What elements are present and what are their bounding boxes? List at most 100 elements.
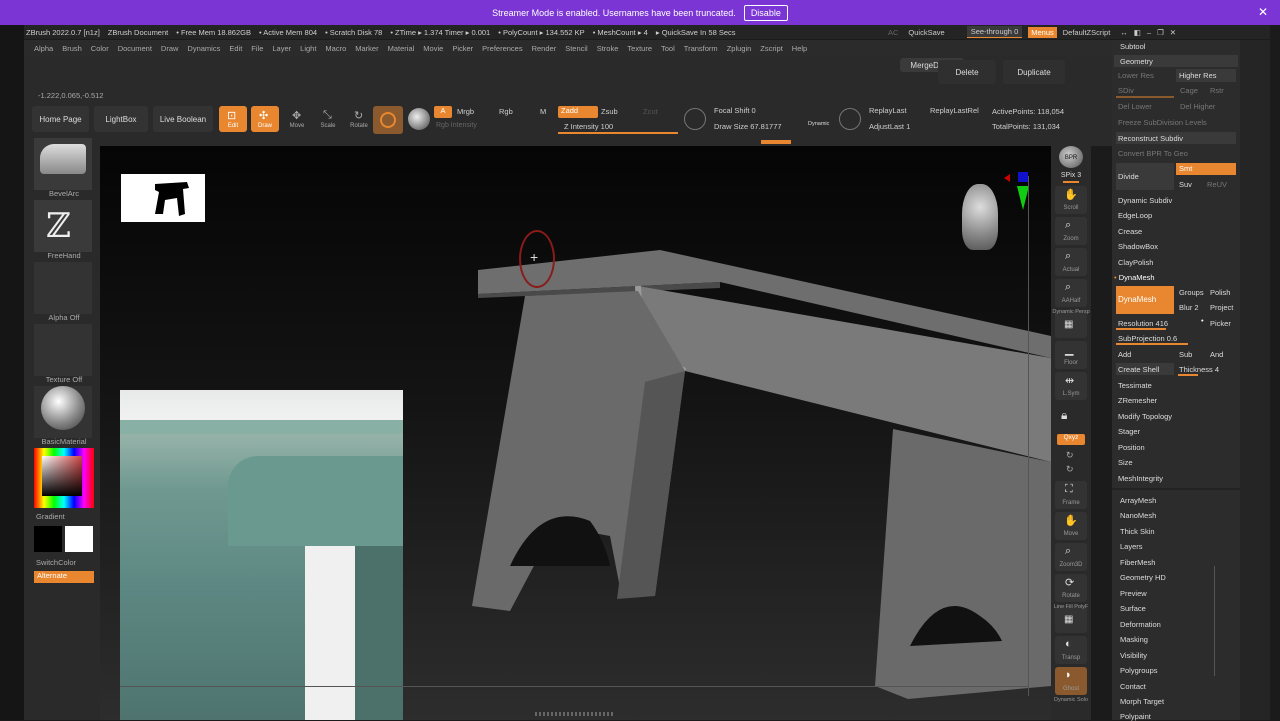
menu-color[interactable]: Color [91, 44, 109, 53]
meshintegrity-button[interactable]: MeshIntegrity [1118, 474, 1163, 483]
masking-section[interactable]: Masking [1120, 635, 1148, 644]
thickness-slider[interactable]: Thickness 4 [1179, 365, 1219, 374]
color-picker[interactable] [34, 448, 94, 508]
geometry-header[interactable]: Geometry [1114, 55, 1238, 67]
disable-button[interactable]: Disable [743, 4, 788, 21]
move-view-button[interactable]: ✋ Move [1055, 512, 1087, 540]
zadd-button[interactable]: Zadd [558, 106, 598, 118]
menu-marker[interactable]: Marker [355, 44, 378, 53]
rotate-button[interactable]: ↻ Rotate [345, 106, 373, 132]
persp-button[interactable]: ▦ Dynamic Persp [1052, 309, 1090, 338]
orientation-head-icon[interactable] [962, 184, 998, 250]
dynamic-button[interactable]: Dynamic [808, 121, 829, 127]
quicksave-button[interactable]: QuickSave [908, 28, 944, 37]
lower-res-button[interactable]: Lower Res [1118, 71, 1154, 80]
aahalf-button[interactable]: ⌕ AAHalf [1055, 279, 1087, 307]
zcut-button[interactable]: Zcut [643, 107, 658, 116]
reconstruct-subdiv-button[interactable]: Reconstruct Subdiv [1116, 132, 1236, 144]
draw-button[interactable]: ✣ Draw [251, 106, 279, 132]
del-lower-button[interactable]: Del Lower [1118, 102, 1152, 111]
menu-zplugin[interactable]: Zplugin [727, 44, 752, 53]
material-thumbnail[interactable] [34, 386, 92, 438]
arrows-icon[interactable]: ↔ [1120, 28, 1128, 37]
xyz-button[interactable]: Qxyz [1057, 434, 1085, 445]
size-button[interactable]: Size [1118, 458, 1133, 467]
menu-macro[interactable]: Macro [325, 44, 346, 53]
menu-tool[interactable]: Tool [661, 44, 675, 53]
lightbox-button[interactable]: LightBox [94, 106, 148, 132]
menu-preferences[interactable]: Preferences [482, 44, 522, 53]
rgb-intensity-slider[interactable]: Rgb Intensity [436, 122, 477, 129]
create-shell-button[interactable]: Create Shell [1116, 363, 1174, 375]
polygroups-section[interactable]: Polygroups [1120, 666, 1158, 675]
menu-picker[interactable]: Picker [452, 44, 473, 53]
tray-scrollbar[interactable] [1214, 566, 1215, 676]
zsub-button[interactable]: Zsub [601, 107, 618, 116]
spix-slider[interactable]: SPix 3 [1051, 172, 1091, 179]
shelf-scroll-handle[interactable] [761, 140, 791, 144]
brush-thumb-button[interactable] [373, 106, 403, 134]
ghost-button[interactable]: ◗ Ghost [1055, 667, 1087, 695]
nanomesh-section[interactable]: NanoMesh [1120, 511, 1156, 520]
actual-button[interactable]: ⌕ Actual [1055, 248, 1087, 276]
menu-movie[interactable]: Movie [423, 44, 443, 53]
smt-button[interactable]: Smt [1176, 163, 1236, 175]
edit-button[interactable]: ⊡ Edit [219, 106, 247, 132]
duplicate-button[interactable]: Duplicate [1003, 60, 1065, 84]
suv-button[interactable]: Suv [1179, 180, 1192, 189]
menu-stroke[interactable]: Stroke [597, 44, 619, 53]
crease-button[interactable]: Crease [1118, 227, 1142, 236]
cage-button[interactable]: Cage [1180, 86, 1198, 95]
menu-dynamics[interactable]: Dynamics [187, 44, 220, 53]
subtool-header[interactable]: Subtool [1120, 42, 1145, 51]
layers-section[interactable]: Layers [1120, 542, 1143, 551]
rotate-axis-icon-1[interactable]: ↻ [1066, 450, 1074, 461]
transp-button[interactable]: ◐ Transp [1055, 636, 1087, 664]
replay-last-rel-button[interactable]: ReplayLastRel [930, 106, 979, 115]
divide-button[interactable]: Divide [1116, 163, 1174, 190]
surface-section[interactable]: Surface [1120, 604, 1146, 613]
menu-texture[interactable]: Texture [627, 44, 652, 53]
claypolish-button[interactable]: ClayPolish [1118, 258, 1153, 267]
menu-edit[interactable]: Edit [229, 44, 242, 53]
arraymesh-section[interactable]: ArrayMesh [1120, 496, 1156, 505]
menu-zscript[interactable]: Zscript [760, 44, 783, 53]
tessimate-button[interactable]: Tessimate [1118, 381, 1152, 390]
viewport-canvas[interactable]: + [100, 146, 1051, 720]
m-button[interactable]: M [540, 107, 546, 116]
groups-button[interactable]: Groups [1179, 288, 1204, 297]
frame-button[interactable]: ⛶ Frame [1055, 481, 1087, 509]
minimize-icon[interactable]: – [1147, 28, 1151, 37]
menu-stencil[interactable]: Stencil [565, 44, 588, 53]
sub-button[interactable]: Sub [1179, 350, 1192, 359]
texture-thumbnail[interactable] [34, 324, 92, 376]
resolution-slider[interactable]: Resolution 416 [1118, 319, 1168, 328]
floor-button[interactable]: ▁ Floor [1055, 341, 1087, 369]
canvas-scroll-grip[interactable] [535, 712, 615, 716]
lsym-button[interactable]: ⇹ L.Sym [1055, 372, 1087, 400]
blur-slider[interactable]: Blur 2 [1179, 303, 1199, 312]
switch-color-button[interactable]: SwitchColor [36, 558, 76, 567]
polyf-button[interactable]: ▦ Line Fill PolyF [1054, 604, 1088, 633]
convert-bpr-button[interactable]: Convert BPR To Geo [1118, 149, 1188, 158]
secondary-color-swatch[interactable] [65, 526, 93, 552]
menu-material[interactable]: Material [388, 44, 415, 53]
rotate-view-button[interactable]: ⟳ Rotate [1055, 574, 1087, 602]
lock-icon[interactable]: 🔒︎ [1061, 408, 1067, 423]
scroll-button[interactable]: ✋ Scroll [1055, 186, 1087, 214]
project-button[interactable]: Project [1210, 303, 1233, 312]
thick-skin-section[interactable]: Thick Skin [1120, 527, 1155, 536]
preview-section[interactable]: Preview [1120, 589, 1147, 598]
modify-topology-button[interactable]: Modify Topology [1118, 412, 1172, 421]
delete-button[interactable]: Delete [938, 60, 996, 84]
menus-button[interactable]: Menus [1028, 26, 1057, 38]
fibermesh-section[interactable]: FiberMesh [1120, 558, 1155, 567]
home-page-button[interactable]: Home Page [32, 106, 89, 132]
rotate-axis-icon-2[interactable]: ↻ [1066, 464, 1074, 475]
stager-button[interactable]: Stager [1118, 427, 1140, 436]
bench-model[interactable] [100, 146, 1051, 720]
geometry-hd-section[interactable]: Geometry HD [1120, 573, 1166, 582]
stroke-thumbnail[interactable]: ℤ [34, 200, 92, 252]
shadowbox-button[interactable]: ShadowBox [1118, 242, 1158, 251]
alternate-button[interactable]: Alternate [34, 571, 94, 583]
